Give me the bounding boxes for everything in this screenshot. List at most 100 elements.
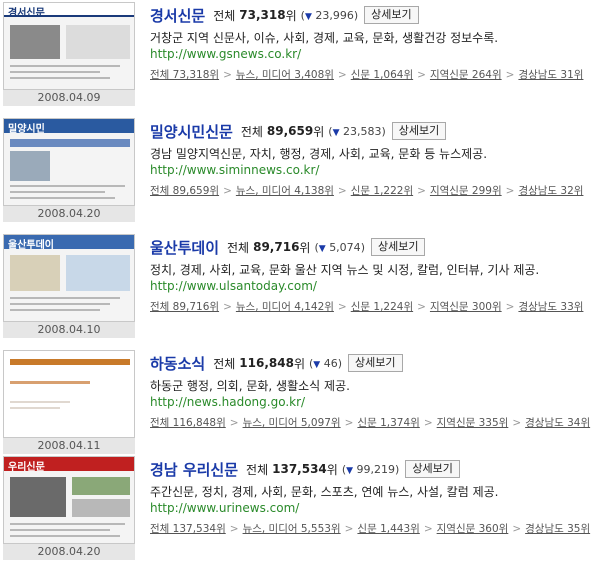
site-title-link[interactable]: 경서신문 [150, 5, 205, 26]
site-title-link[interactable]: 하동소식 [150, 353, 205, 374]
crumb-link[interactable]: 지역신문 360위 [437, 523, 509, 535]
capture-date: 2008.04.10 [3, 322, 135, 338]
crumb-link[interactable]: 전체 89,716위 [150, 301, 219, 313]
crumb-link[interactable]: 뉴스, 미디어 5,097위 [243, 417, 341, 429]
category-breadcrumb: 전체 116,848위 > 뉴스, 미디어 5,097위 > 신문 1,374위 > 지역신… [150, 417, 591, 429]
rank-value: 116,848 [239, 356, 294, 370]
down-arrow-icon: ▼ [332, 127, 340, 138]
crumb-link[interactable]: 지역신문 300위 [430, 301, 502, 313]
rank-change-value: 23,583 [342, 124, 382, 138]
site-thumbnail[interactable]: 경서신문 [3, 2, 135, 90]
crumb-link[interactable]: 신문 1,064위 [351, 69, 413, 81]
rank-unit: 위 [313, 124, 325, 139]
site-description: 하동군 행정, 의회, 문화, 생활소식 제공. [150, 379, 350, 393]
rank-change: (▼ 23,996) [300, 8, 359, 22]
rank-label: 전체 [213, 8, 236, 23]
site-url-link[interactable]: http://news.hadong.go.kr/ [150, 395, 598, 412]
rank-change: (▼ 5,074) [314, 240, 365, 254]
site-list: 경서신문 2008.04.09 경서신문 전체 73,318 위 (▼ 23,99… [0, 0, 600, 568]
site-thumbnail[interactable]: 울산투데이 [3, 234, 135, 322]
thumbnail-logo-text: 경서신문 [8, 8, 45, 19]
rank-label: 전체 [240, 124, 263, 139]
rank-unit: 위 [326, 462, 338, 477]
down-arrow-icon: ▼ [346, 465, 354, 476]
rank-change-value: 5,074 [329, 240, 361, 254]
crumb-link[interactable]: 경상남도 34위 [525, 417, 590, 429]
rank-label: 전체 [213, 356, 236, 371]
crumb-link[interactable]: 지역신문 264위 [430, 69, 502, 81]
crumb-link[interactable]: 경상남도 35위 [525, 523, 590, 535]
list-item: 경서신문 2008.04.09 경서신문 전체 73,318 위 (▼ 23,99… [0, 2, 600, 114]
category-breadcrumb: 전체 137,534위 > 뉴스, 미디어 5,553위 > 신문 1,443위 > 지역신… [150, 523, 591, 535]
crumb-link[interactable]: 신문 1,374위 [357, 417, 419, 429]
list-item: 우리신문 2008.04.20 경남 우리신문 전체 137,534 위 (▼ 9… [0, 456, 600, 568]
capture-date: 2008.04.20 [3, 544, 135, 560]
down-arrow-icon: ▼ [313, 359, 321, 370]
site-url-link[interactable]: http://www.ulsantoday.com/ [150, 279, 598, 296]
crumb-link[interactable]: 지역신문 335위 [437, 417, 509, 429]
rank-change: (▼ 46) [309, 356, 343, 370]
rank-change: (▼ 23,583) [328, 124, 386, 138]
rank-unit: 위 [293, 356, 305, 371]
rank-change-value: 46 [323, 356, 338, 370]
site-title-link[interactable]: 밀양시민신문 [150, 121, 233, 142]
capture-date: 2008.04.11 [3, 438, 135, 454]
crumb-link[interactable]: 신문 1,224위 [351, 301, 413, 313]
down-arrow-icon: ▼ [304, 11, 312, 22]
detail-button[interactable]: 상세보기 [370, 238, 426, 256]
rank-label: 전체 [227, 240, 250, 255]
site-thumbnail[interactable] [3, 350, 135, 438]
site-url-link[interactable]: http://www.urinews.com/ [150, 501, 598, 518]
thumbnail-logo-text: 울산투데이 [8, 240, 54, 251]
rank-value: 137,534 [272, 462, 327, 476]
capture-date: 2008.04.09 [3, 90, 135, 106]
site-thumbnail[interactable]: 우리신문 [3, 456, 135, 544]
site-url-link[interactable]: http://www.siminnews.co.kr/ [150, 163, 598, 180]
category-breadcrumb: 전체 89,716위 > 뉴스, 미디어 4,142위 > 신문 1,224위 > 지역신문… [150, 301, 584, 313]
crumb-link[interactable]: 전체 73,318위 [150, 69, 219, 81]
detail-button[interactable]: 상세보기 [391, 122, 447, 140]
site-thumbnail[interactable]: 밀양시민 [3, 118, 135, 206]
thumbnail-logo-text: 밀양시민 [8, 124, 45, 135]
rank-change: (▼ 99,219) [341, 462, 400, 476]
rank-value: 73,318 [239, 8, 286, 22]
crumb-link[interactable]: 뉴스, 미디어 3,408위 [236, 69, 334, 81]
crumb-link[interactable]: 경상남도 33위 [518, 301, 583, 313]
crumb-link[interactable]: 뉴스, 미디어 4,138위 [236, 185, 334, 197]
crumb-link[interactable]: 전체 116,848위 [150, 417, 226, 429]
site-description: 주간신문, 정치, 경제, 사회, 문화, 스포츠, 연예 뉴스, 사설, 칼럼… [150, 485, 499, 499]
rank-unit: 위 [299, 240, 311, 255]
site-description: 정치, 경제, 사회, 교육, 문화 울산 지역 뉴스 및 시정, 칼럼, 인터… [150, 263, 540, 277]
crumb-link[interactable]: 뉴스, 미디어 4,142위 [236, 301, 334, 313]
site-title-link[interactable]: 경남 우리신문 [150, 459, 238, 480]
rank-unit: 위 [285, 8, 297, 23]
crumb-link[interactable]: 전체 89,659위 [150, 185, 219, 197]
category-breadcrumb: 전체 89,659위 > 뉴스, 미디어 4,138위 > 신문 1,222위 > 지역신문… [150, 185, 584, 197]
crumb-link[interactable]: 신문 1,222위 [351, 185, 413, 197]
list-item: 울산투데이 2008.04.10 울산투데이 전체 89,716 위 (▼ 5,0… [0, 234, 600, 346]
list-item: 2008.04.11 하동소식 전체 116,848 위 (▼ 46) 상세보기 … [0, 350, 600, 462]
rank-value: 89,716 [253, 240, 300, 254]
detail-button[interactable]: 상세보기 [364, 6, 419, 24]
down-arrow-icon: ▼ [318, 243, 326, 254]
rank-change-value: 99,219 [356, 462, 396, 476]
crumb-link[interactable]: 경상남도 32위 [518, 185, 583, 197]
rank-label: 전체 [246, 462, 269, 477]
site-description: 거창군 지역 신문사, 이슈, 사회, 경제, 교육, 문화, 생활건강 정보수… [150, 31, 499, 45]
site-description: 경남 밀양지역신문, 자치, 행정, 경제, 사회, 교육, 문화 등 뉴스제공… [150, 147, 488, 161]
crumb-link[interactable]: 신문 1,443위 [357, 523, 419, 535]
rank-change-value: 23,996 [315, 8, 354, 22]
site-url-link[interactable]: http://www.gsnews.co.kr/ [150, 47, 598, 64]
crumb-link[interactable]: 전체 137,534위 [150, 523, 226, 535]
thumbnail-logo-text: 우리신문 [8, 462, 45, 473]
crumb-link[interactable]: 뉴스, 미디어 5,553위 [243, 523, 341, 535]
crumb-link[interactable]: 지역신문 299위 [430, 185, 502, 197]
crumb-link[interactable]: 경상남도 31위 [518, 69, 583, 81]
list-item: 밀양시민 2008.04.20 밀양시민신문 전체 89,659 위 (▼ 23,… [0, 118, 600, 230]
category-breadcrumb: 전체 73,318위 > 뉴스, 미디어 3,408위 > 신문 1,064위 > 지역신문… [150, 69, 584, 81]
detail-button[interactable]: 상세보기 [348, 354, 403, 372]
site-title-link[interactable]: 울산투데이 [150, 237, 219, 258]
capture-date: 2008.04.20 [3, 206, 135, 222]
rank-value: 89,659 [266, 124, 314, 138]
detail-button[interactable]: 상세보기 [405, 460, 460, 478]
